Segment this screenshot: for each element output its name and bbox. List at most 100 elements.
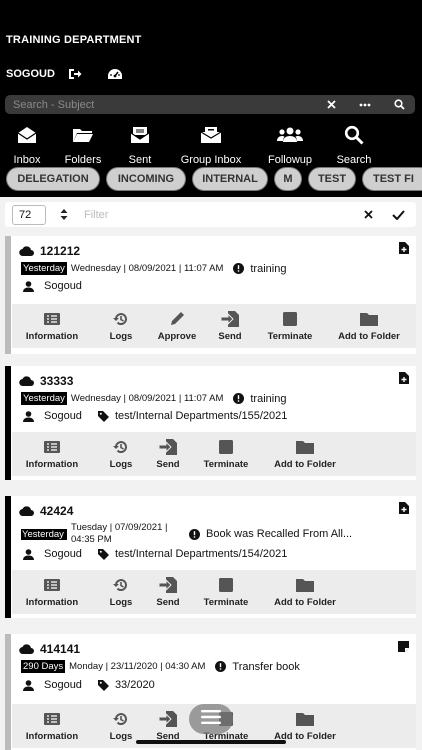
cloud-icon	[19, 506, 34, 516]
menu-fab-button[interactable]	[189, 704, 233, 734]
logs-button[interactable]: Logs	[100, 570, 142, 614]
send-button[interactable]: Send	[210, 304, 250, 348]
send-document-icon	[159, 576, 177, 594]
group-inbox-icon	[199, 122, 223, 148]
nav-group-inbox[interactable]: Group Inbox	[172, 122, 250, 166]
card-meta: 290 Days Monday | 23/11/2020 | 04:30 AM …	[21, 660, 300, 673]
send-button[interactable]: Send	[148, 432, 188, 476]
list-icon	[44, 710, 60, 728]
new-document-icon[interactable]	[399, 241, 409, 259]
user-icon	[23, 548, 34, 560]
card-status-bar	[5, 366, 11, 480]
card-title: 121212	[19, 244, 80, 258]
nav-sent[interactable]: Sent	[122, 122, 158, 166]
logout-icon[interactable]	[67, 66, 83, 82]
chip-incoming[interactable]: INCOMING	[106, 167, 186, 191]
card-status: training	[250, 262, 287, 275]
apply-filter-icon[interactable]	[386, 209, 410, 220]
logs-button[interactable]: Logs	[100, 432, 142, 476]
category-chips: DELEGATION INCOMING INTERNAL M TEST TEST…	[0, 167, 422, 193]
age-badge: Yesterday	[21, 262, 67, 275]
chip-delegation[interactable]: DELEGATION	[6, 167, 100, 191]
card-user: Sogoud	[44, 280, 82, 292]
card-date: Monday | 23/11/2020 | 04:30 AM	[69, 661, 206, 672]
cloud-icon	[19, 246, 34, 256]
clear-search-icon[interactable]	[323, 97, 339, 113]
action-label: Information	[25, 597, 79, 608]
action-label: Add to Folder	[274, 597, 336, 608]
new-document-icon[interactable]	[399, 501, 409, 519]
card-121212[interactable]: 121212 Yesterday Wednesday | 08/09/2021 …	[5, 236, 416, 354]
action-label: Send	[218, 331, 242, 342]
information-button[interactable]: Information	[18, 704, 86, 748]
card-user: Sogoud	[44, 679, 82, 691]
nav-inbox[interactable]: Inbox	[8, 122, 46, 166]
card-date: Wednesday | 08/09/2021 | 11:07 AM	[70, 263, 224, 274]
nav-folders[interactable]: Folders	[60, 122, 106, 166]
tag-icon	[97, 548, 109, 560]
alert-icon	[215, 661, 227, 672]
add-to-folder-button[interactable]: Add to Folder	[332, 304, 406, 348]
approve-button[interactable]: Approve	[152, 304, 202, 348]
filter-input[interactable]	[84, 208, 356, 221]
user-icon	[23, 410, 34, 422]
card-id: 414141	[40, 642, 81, 656]
dashboard-icon[interactable]	[107, 66, 123, 82]
nav-search-label: Search	[336, 154, 372, 166]
card-status: training	[250, 392, 287, 405]
more-options-icon[interactable]	[357, 97, 373, 113]
tag-icon	[97, 679, 109, 691]
new-document-icon[interactable]	[399, 371, 409, 389]
send-button[interactable]: Send	[148, 570, 188, 614]
card-42424[interactable]: 42424 Yesterday Tuesday | 07/09/2021 | 0…	[5, 496, 416, 618]
terminate-button[interactable]: Terminate	[196, 432, 256, 476]
chip-test-fi[interactable]: TEST FI	[362, 167, 422, 191]
chip-internal[interactable]: INTERNAL	[192, 167, 268, 191]
card-actions: Information Logs Send Terminate Add to F…	[12, 432, 416, 476]
terminate-button[interactable]: Terminate	[260, 304, 320, 348]
action-label: Terminate	[203, 459, 249, 470]
action-label: Information	[25, 459, 79, 470]
history-icon	[113, 310, 129, 328]
action-label: Information	[25, 731, 79, 742]
card-user: Sogoud	[44, 410, 82, 422]
card-id: 33333	[40, 374, 74, 388]
nav-followup[interactable]: Followup	[262, 122, 318, 166]
sort-arrows-icon[interactable]	[58, 209, 70, 220]
note-icon[interactable]	[398, 639, 409, 657]
card-33333[interactable]: 33333 Yesterday Wednesday | 08/09/2021 |…	[5, 366, 416, 480]
home-indicator[interactable]	[136, 740, 286, 744]
card-meta: Yesterday Wednesday | 08/09/2021 | 11:07…	[21, 262, 286, 275]
logs-button[interactable]: Logs	[100, 304, 142, 348]
information-button[interactable]: Information	[18, 432, 86, 476]
age-badge: Yesterday	[21, 528, 67, 540]
history-icon	[113, 710, 129, 728]
information-button[interactable]: Information	[18, 570, 86, 614]
action-label: Terminate	[267, 331, 313, 342]
cloud-icon	[19, 644, 34, 654]
search-submit-icon[interactable]	[391, 97, 407, 113]
folder-icon	[296, 576, 314, 594]
chip-test[interactable]: TEST	[308, 167, 356, 191]
card-status: Book was Recalled From All...	[206, 528, 353, 540]
hamburger-icon	[201, 709, 221, 729]
clear-filter-icon[interactable]	[356, 210, 380, 219]
page-size-select[interactable]: 72	[12, 204, 46, 225]
user-icon	[23, 679, 34, 691]
search-input[interactable]	[13, 98, 305, 111]
add-to-folder-button[interactable]: Add to Folder	[268, 570, 342, 614]
nav-search[interactable]: Search	[332, 122, 376, 166]
information-button[interactable]: Information	[18, 304, 86, 348]
send-document-icon	[221, 310, 239, 328]
card-status-bar	[5, 634, 11, 750]
card-status-bar	[5, 236, 11, 354]
chip-m[interactable]: M	[274, 167, 302, 191]
list-icon	[44, 576, 60, 594]
card-subinfo: Sogoud	[23, 280, 82, 292]
user-icon	[23, 280, 34, 292]
add-to-folder-button[interactable]: Add to Folder	[268, 432, 342, 476]
stop-icon	[219, 438, 233, 456]
main-nav: Inbox Folders Sent Group Inbox Followup …	[0, 122, 422, 166]
alert-icon	[233, 263, 245, 274]
terminate-button[interactable]: Terminate	[196, 570, 256, 614]
